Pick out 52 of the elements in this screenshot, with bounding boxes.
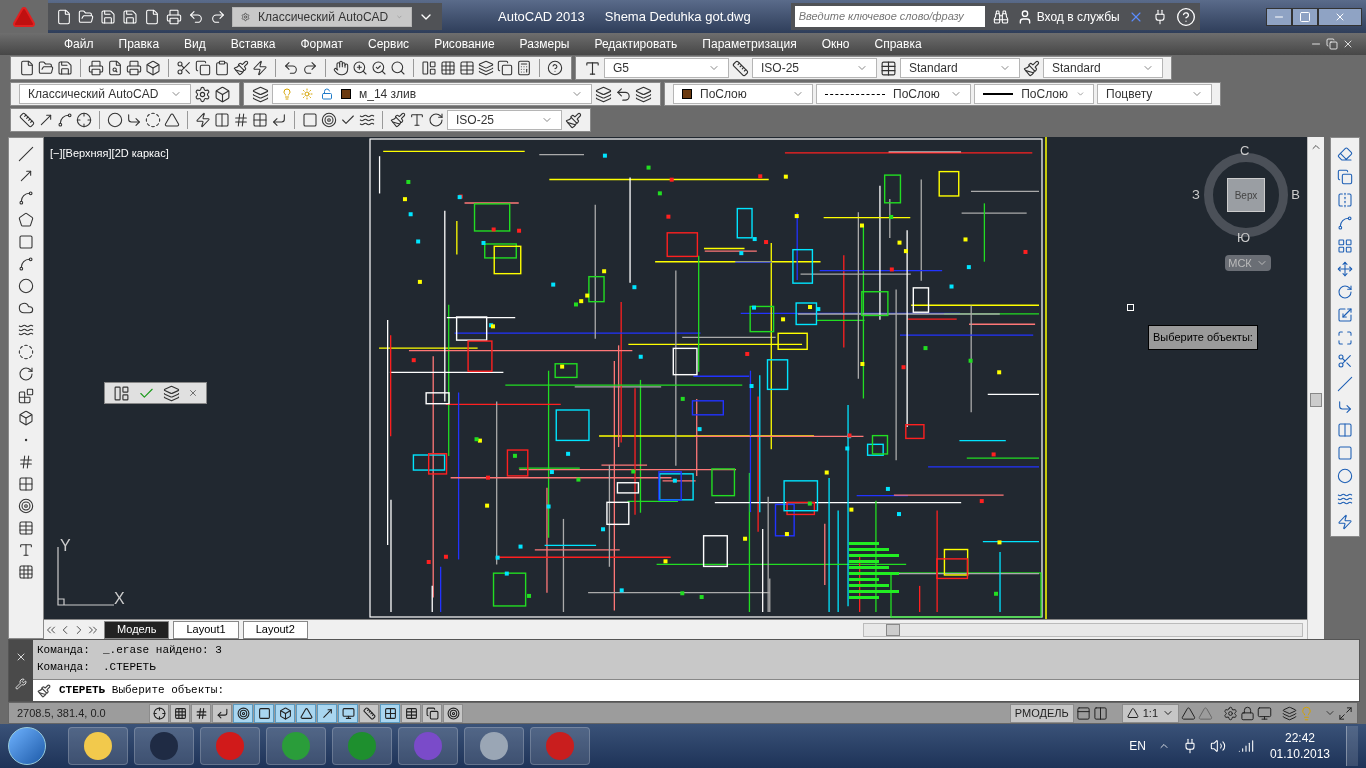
compass-north: С [1240,143,1250,158]
command-input[interactable]: СТЕРЕТЬ Выберите объекты: [33,679,1359,701]
dimension-style-dropdown[interactable]: ISO-25 [447,110,562,130]
multileader-style-dropdown[interactable]: Standard [1043,58,1163,78]
menu-item[interactable]: Окно [821,35,850,53]
app-title: AutoCAD 2013 [498,7,585,26]
layout-tab[interactable]: Модель [104,620,170,639]
layout-tab[interactable]: Layout2 [242,620,308,639]
annotation-scale-button[interactable]: 1:1 [1121,703,1179,723]
command-prompt: СТЕРЕТЬ Выберите объекты: [59,683,225,699]
search-field[interactable]: Введите ключевое слово/фразу [794,6,985,27]
model-space-toggle[interactable]: РМОДЕЛЬ [1009,703,1074,723]
menu-item[interactable]: Редактировать [594,35,678,53]
dimension-style-dropdown[interactable]: ISO-25 [752,58,877,78]
sign-in-button[interactable]: Вход в службы [1016,7,1120,26]
menu-item[interactable]: Вставка [230,35,276,53]
menu-item[interactable]: Сервис [368,35,410,53]
workspace-dropdown[interactable]: Классический AutoCAD [232,6,412,27]
menu-item[interactable]: Справка [874,35,922,53]
coordinates: 2708.5, 381.4, 0.0 [16,705,107,721]
layout-tab[interactable]: Layout1 [173,620,239,639]
time: 22:42 [1284,730,1315,746]
plot-style-dropdown[interactable]: Поцвету [1097,84,1212,104]
color-dropdown[interactable]: ПоСлою [673,84,813,104]
y-axis-label: Y [60,536,71,556]
language-indicator[interactable]: EN [1129,737,1146,755]
menu-item[interactable]: Параметризация [702,35,797,53]
menu-item[interactable]: Рисование [434,35,495,53]
lineweight-dropdown[interactable]: ПоСлою [974,84,1094,104]
text-style-dropdown[interactable]: G5 [604,58,729,78]
file-name: Shema Deduhka got.dwg [604,7,751,26]
viewcube-face[interactable]: Верх [1227,178,1265,212]
workspace-dropdown[interactable]: Классический AutoCAD [19,84,191,104]
viewport-label[interactable]: [−][Верхняя][2D каркас] [50,145,169,162]
menu-item[interactable]: Вид [184,35,206,53]
compass-west: З [1192,187,1200,202]
command-history-line: Команда: _.erase найдено: 3 [37,643,223,658]
layer-dropdown[interactable]: м_14 злив [272,84,592,104]
menu-item[interactable]: Формат [300,35,344,53]
x-axis-label: X [114,589,125,609]
drawing-canvas[interactable]: [−][Верхняя][2D каркас] С З Верх В Ю МСК Выберите объекты: Y X [44,137,1307,619]
menu-item[interactable]: Размеры [519,35,570,53]
menu-item[interactable]: Файл [64,35,94,53]
date: 01.10.2013 [1269,746,1330,762]
command-history-line: Команда: .СТЕРЕТЬ [37,660,157,675]
clock[interactable]: 22:42 01.10.2013 [1265,730,1334,762]
compass-south: Ю [1237,230,1251,245]
linetype-dropdown[interactable]: ПоСлою [816,84,971,104]
menu-item[interactable]: Правка [118,35,160,53]
compass-east: В [1291,187,1300,202]
tooltip: Выберите объекты: [1148,325,1258,350]
table-style-dropdown[interactable]: Standard [900,58,1020,78]
